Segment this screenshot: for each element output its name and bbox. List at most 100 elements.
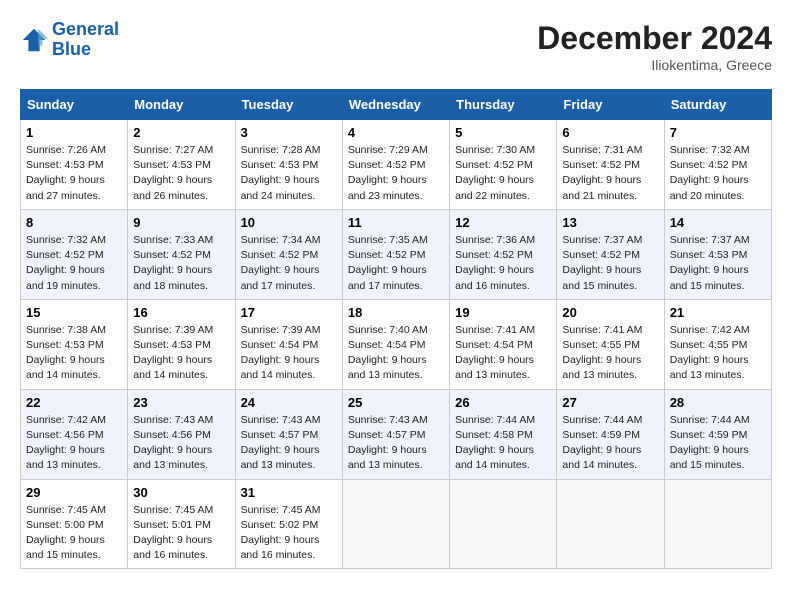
day-info: Sunrise: 7:26 AMSunset: 4:53 PMDaylight:… <box>26 143 122 204</box>
month-title: December 2024 <box>537 20 772 57</box>
day-info: Sunrise: 7:42 AMSunset: 4:56 PMDaylight:… <box>26 413 122 474</box>
col-header-friday: Friday <box>557 90 664 120</box>
day-info: Sunrise: 7:41 AMSunset: 4:55 PMDaylight:… <box>562 323 658 384</box>
col-header-monday: Monday <box>128 90 235 120</box>
day-info: Sunrise: 7:43 AMSunset: 4:57 PMDaylight:… <box>348 413 444 474</box>
col-header-thursday: Thursday <box>450 90 557 120</box>
day-number: 28 <box>670 395 766 410</box>
day-info: Sunrise: 7:42 AMSunset: 4:55 PMDaylight:… <box>670 323 766 384</box>
day-cell: 16Sunrise: 7:39 AMSunset: 4:53 PMDayligh… <box>128 299 235 389</box>
day-number: 25 <box>348 395 444 410</box>
day-number: 26 <box>455 395 551 410</box>
day-number: 24 <box>241 395 337 410</box>
day-number: 20 <box>562 305 658 320</box>
day-cell: 12 Sunrise: 7:36 AMSunset: 4:52 PMDayligh… <box>450 209 557 299</box>
day-number: 23 <box>133 395 229 410</box>
day-info: Sunrise: 7:37 AMSunset: 4:53 PMDaylight:… <box>670 233 766 294</box>
day-info: Sunrise: 7:28 AMSunset: 4:53 PMDaylight:… <box>241 143 337 204</box>
day-cell <box>450 479 557 569</box>
day-cell: 17 Sunrise: 7:39 AMSunset: 4:54 PMDayligh… <box>235 299 342 389</box>
day-info: Sunrise: 7:36 AMSunset: 4:52 PMDaylight:… <box>455 233 551 294</box>
day-cell: 2 Sunrise: 7:27 AMSunset: 4:53 PMDaylight… <box>128 120 235 210</box>
day-cell <box>664 479 771 569</box>
day-info: Sunrise: 7:29 AMSunset: 4:52 PMDaylight:… <box>348 143 444 204</box>
day-cell: 26 Sunrise: 7:44 AMSunset: 4:58 PMDayligh… <box>450 389 557 479</box>
day-info: Sunrise: 7:34 AMSunset: 4:52 PMDaylight:… <box>241 233 337 294</box>
page-header: General Blue December 2024 Iliokentima, … <box>20 20 772 73</box>
day-number: 22 <box>26 395 122 410</box>
day-cell: 8Sunrise: 7:32 AMSunset: 4:52 PMDaylight… <box>21 209 128 299</box>
col-header-tuesday: Tuesday <box>235 90 342 120</box>
day-number: 17 <box>241 305 337 320</box>
day-number: 13 <box>562 215 658 230</box>
logo-icon <box>20 26 48 54</box>
week-row: 8Sunrise: 7:32 AMSunset: 4:52 PMDaylight… <box>21 209 772 299</box>
day-number: 31 <box>241 485 337 500</box>
day-cell: 31Sunrise: 7:45 AMSunset: 5:02 PMDayligh… <box>235 479 342 569</box>
day-info: Sunrise: 7:41 AMSunset: 4:54 PMDaylight:… <box>455 323 551 384</box>
day-number: 2 <box>133 125 229 140</box>
week-row: 15 Sunrise: 7:38 AMSunset: 4:53 PMDayligh… <box>21 299 772 389</box>
day-cell: 19 Sunrise: 7:41 AMSunset: 4:54 PMDayligh… <box>450 299 557 389</box>
day-cell <box>557 479 664 569</box>
day-number: 19 <box>455 305 551 320</box>
logo: General Blue <box>20 20 119 60</box>
day-info: Sunrise: 7:44 AMSunset: 4:58 PMDaylight:… <box>455 413 551 474</box>
day-number: 9 <box>133 215 229 230</box>
day-number: 12 <box>455 215 551 230</box>
day-cell: 3 Sunrise: 7:28 AMSunset: 4:53 PMDaylight… <box>235 120 342 210</box>
day-cell: 18 Sunrise: 7:40 AMSunset: 4:54 PMDayligh… <box>342 299 449 389</box>
day-cell: 4 Sunrise: 7:29 AMSunset: 4:52 PMDaylight… <box>342 120 449 210</box>
day-cell: 1Sunrise: 7:26 AMSunset: 4:53 PMDaylight… <box>21 120 128 210</box>
day-number: 4 <box>348 125 444 140</box>
day-info: Sunrise: 7:35 AMSunset: 4:52 PMDaylight:… <box>348 233 444 294</box>
day-cell: 25 Sunrise: 7:43 AMSunset: 4:57 PMDayligh… <box>342 389 449 479</box>
day-number: 10 <box>241 215 337 230</box>
day-number: 14 <box>670 215 766 230</box>
day-cell: 24Sunrise: 7:43 AMSunset: 4:57 PMDayligh… <box>235 389 342 479</box>
day-info: Sunrise: 7:30 AMSunset: 4:52 PMDaylight:… <box>455 143 551 204</box>
day-cell: 5 Sunrise: 7:30 AMSunset: 4:52 PMDaylight… <box>450 120 557 210</box>
day-number: 5 <box>455 125 551 140</box>
day-info: Sunrise: 7:27 AMSunset: 4:53 PMDaylight:… <box>133 143 229 204</box>
day-number: 29 <box>26 485 122 500</box>
day-cell: 21 Sunrise: 7:42 AMSunset: 4:55 PMDayligh… <box>664 299 771 389</box>
col-header-saturday: Saturday <box>664 90 771 120</box>
day-cell: 15 Sunrise: 7:38 AMSunset: 4:53 PMDayligh… <box>21 299 128 389</box>
day-cell: 27Sunrise: 7:44 AMSunset: 4:59 PMDayligh… <box>557 389 664 479</box>
header-row: SundayMondayTuesdayWednesdayThursdayFrid… <box>21 90 772 120</box>
day-number: 27 <box>562 395 658 410</box>
day-info: Sunrise: 7:32 AMSunset: 4:52 PMDaylight:… <box>670 143 766 204</box>
day-info: Sunrise: 7:40 AMSunset: 4:54 PMDaylight:… <box>348 323 444 384</box>
calendar-table: SundayMondayTuesdayWednesdayThursdayFrid… <box>20 89 772 569</box>
day-number: 18 <box>348 305 444 320</box>
day-cell: 14 Sunrise: 7:37 AMSunset: 4:53 PMDayligh… <box>664 209 771 299</box>
day-cell: 6Sunrise: 7:31 AMSunset: 4:52 PMDaylight… <box>557 120 664 210</box>
day-cell: 22 Sunrise: 7:42 AMSunset: 4:56 PMDayligh… <box>21 389 128 479</box>
week-row: 1Sunrise: 7:26 AMSunset: 4:53 PMDaylight… <box>21 120 772 210</box>
day-info: Sunrise: 7:37 AMSunset: 4:52 PMDaylight:… <box>562 233 658 294</box>
logo-line2: Blue <box>52 39 91 59</box>
day-cell: 11 Sunrise: 7:35 AMSunset: 4:52 PMDayligh… <box>342 209 449 299</box>
week-row: 22 Sunrise: 7:42 AMSunset: 4:56 PMDayligh… <box>21 389 772 479</box>
day-cell: 29 Sunrise: 7:45 AMSunset: 5:00 PMDayligh… <box>21 479 128 569</box>
day-info: Sunrise: 7:44 AMSunset: 4:59 PMDaylight:… <box>670 413 766 474</box>
day-info: Sunrise: 7:33 AMSunset: 4:52 PMDaylight:… <box>133 233 229 294</box>
day-info: Sunrise: 7:38 AMSunset: 4:53 PMDaylight:… <box>26 323 122 384</box>
day-number: 11 <box>348 215 444 230</box>
day-cell: 7 Sunrise: 7:32 AMSunset: 4:52 PMDaylight… <box>664 120 771 210</box>
day-number: 3 <box>241 125 337 140</box>
day-info: Sunrise: 7:45 AMSunset: 5:00 PMDaylight:… <box>26 503 122 564</box>
day-cell: 9 Sunrise: 7:33 AMSunset: 4:52 PMDaylight… <box>128 209 235 299</box>
day-cell <box>342 479 449 569</box>
location-subtitle: Iliokentima, Greece <box>537 57 772 73</box>
day-info: Sunrise: 7:39 AMSunset: 4:54 PMDaylight:… <box>241 323 337 384</box>
day-number: 15 <box>26 305 122 320</box>
day-number: 16 <box>133 305 229 320</box>
day-cell: 20 Sunrise: 7:41 AMSunset: 4:55 PMDayligh… <box>557 299 664 389</box>
day-cell: 30Sunrise: 7:45 AMSunset: 5:01 PMDayligh… <box>128 479 235 569</box>
day-number: 7 <box>670 125 766 140</box>
col-header-wednesday: Wednesday <box>342 90 449 120</box>
day-number: 21 <box>670 305 766 320</box>
day-number: 30 <box>133 485 229 500</box>
